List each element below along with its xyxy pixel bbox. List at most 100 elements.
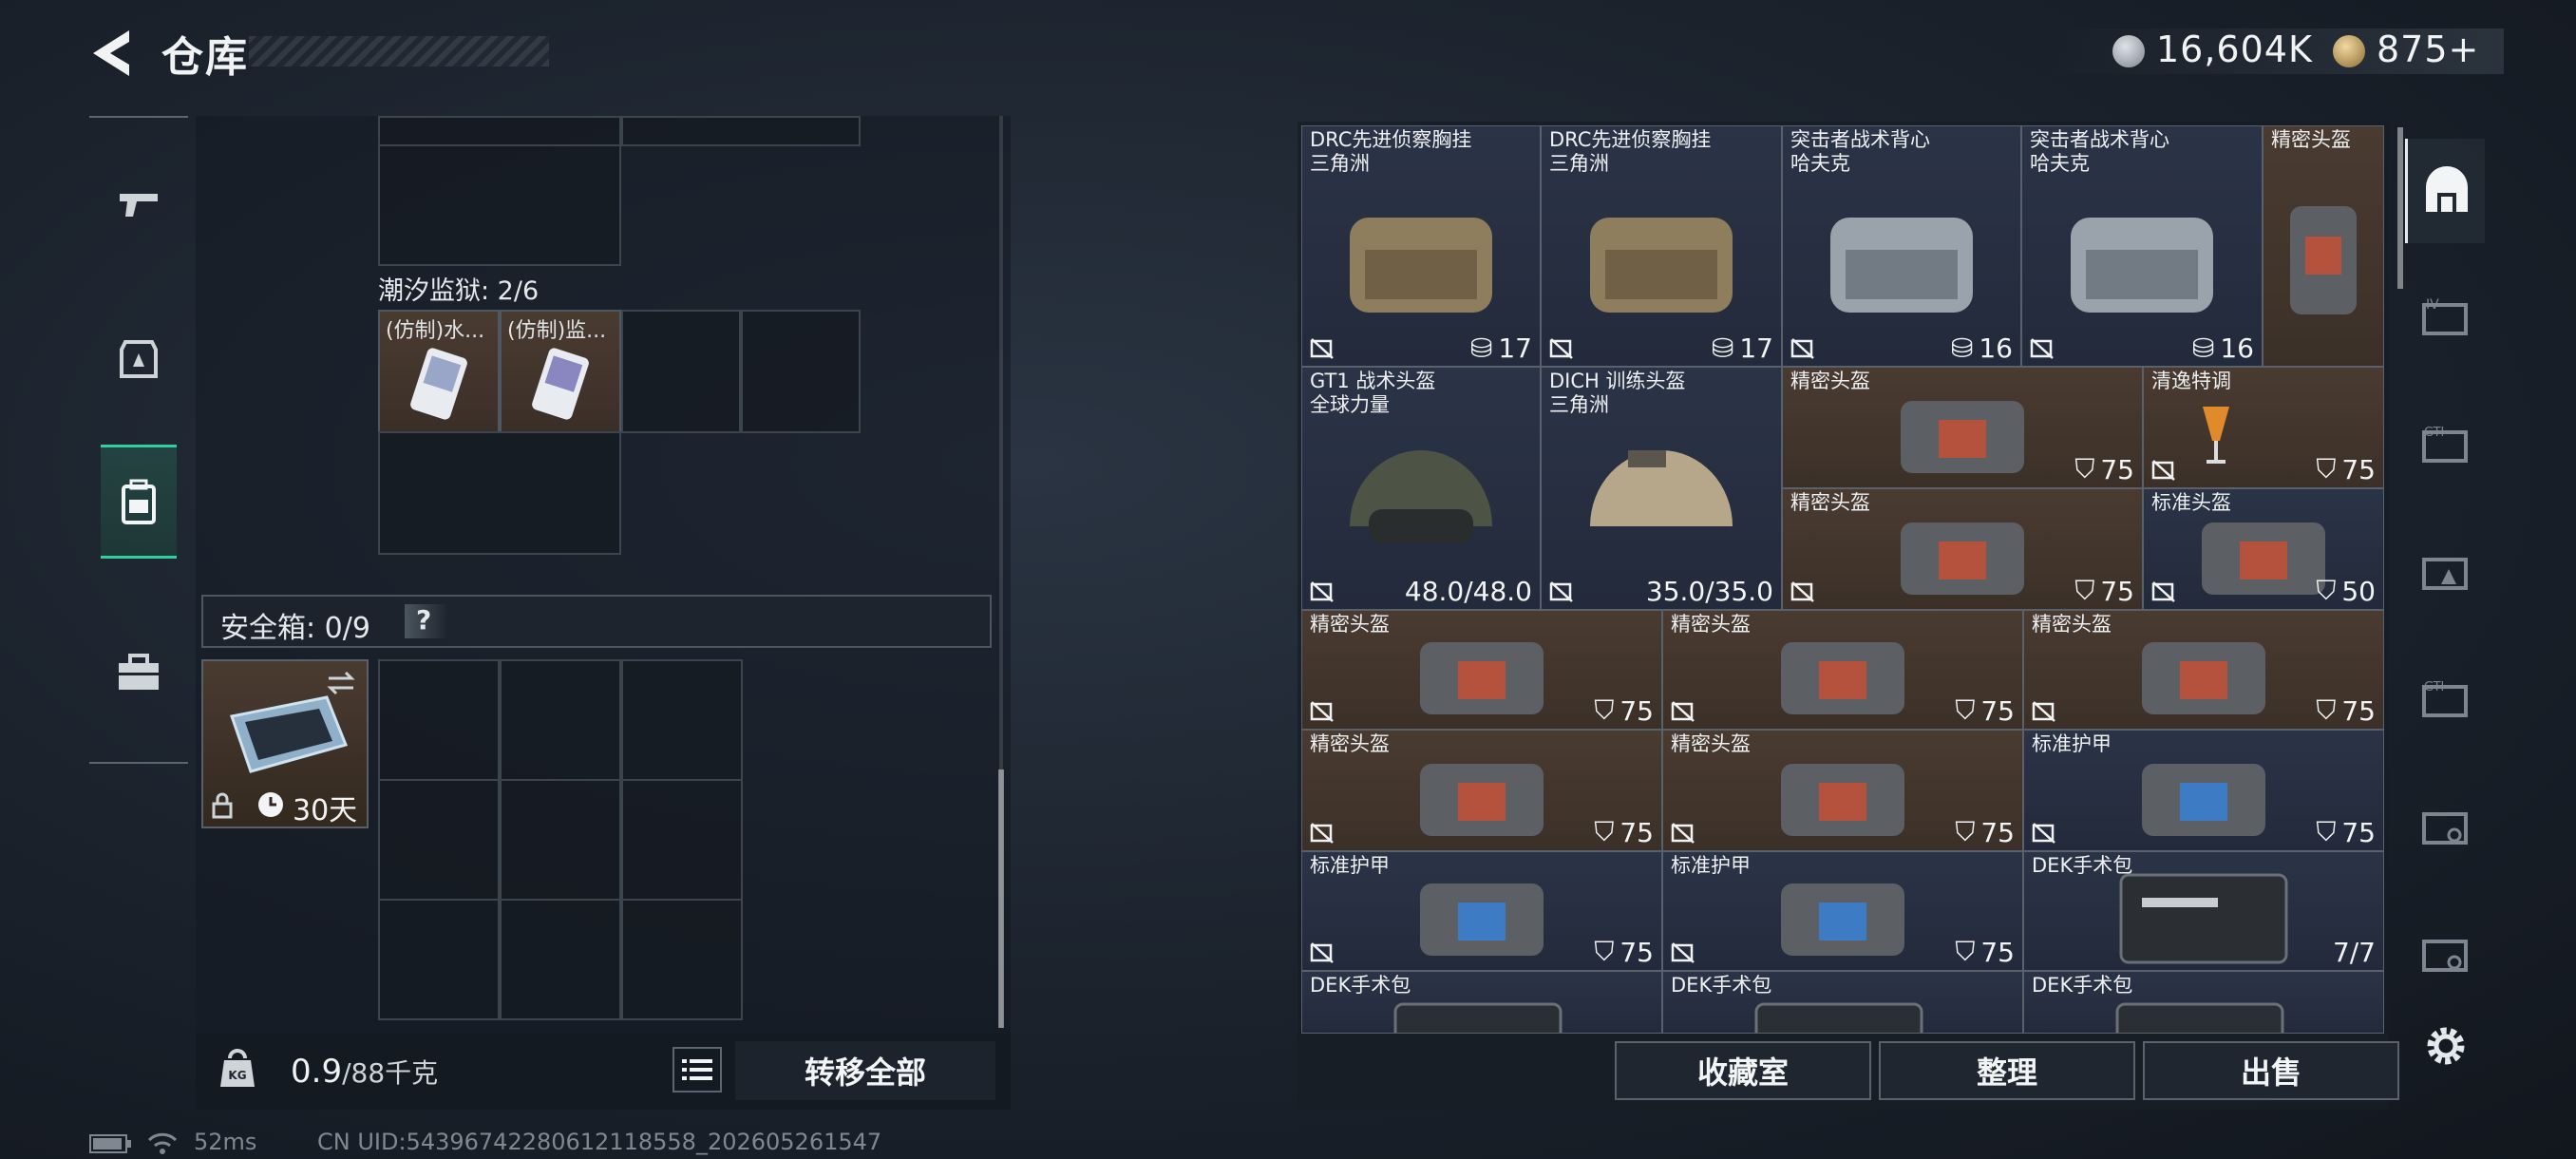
not-tradable-icon [1310,701,1334,722]
rail-case[interactable] [101,616,177,730]
swap-icon[interactable] [325,669,357,697]
warehouse-item-slot[interactable]: DICH 训练头盔 三角洲 35.0/35.0 [1541,367,1782,610]
warehouse-item-slot[interactable]: 精密头盔 ⛉ 75 [1301,730,1662,851]
safe-grid-cell[interactable] [500,899,621,1020]
warehouse-tab-4[interactable]: GTI [2405,648,2485,752]
warehouse-item-slot[interactable]: 标准护甲 ⛉ 75 [1301,851,1662,971]
warehouse-tab-2[interactable]: GTI [2405,393,2485,498]
list-view-button[interactable] [672,1047,722,1092]
ping-readout: 52ms [194,1129,257,1155]
item-value: 16 [2220,332,2254,364]
warehouse-item-slot[interactable]: 精密头盔 ⛉ 75 [2023,610,2384,730]
transfer-all-button[interactable]: 转移全部 [735,1041,995,1100]
item-name: 精密头盔 [1671,613,1751,636]
battery-icon [89,1134,131,1153]
warehouse-tab-3[interactable] [2405,521,2485,625]
back-arrow-icon[interactable] [87,27,135,80]
safe-grid-cell[interactable] [621,659,743,781]
not-tradable-icon [1671,823,1695,844]
svg-text:GTI: GTI [2424,680,2444,694]
warehouse-item-slot[interactable]: DEK手术包 [1662,971,2023,1034]
warehouse-item-slot[interactable]: DEK手术包 7/7 [2023,851,2384,971]
item-value: 75 [1619,694,1654,727]
warehouse-tab-all[interactable] [2405,139,2485,243]
safe-grid-cell[interactable] [621,779,743,901]
safe-grid-cell[interactable] [378,779,500,901]
warehouse-item-slot[interactable]: 突击者战术背心 哈夫克 ⛁ 16 [2021,125,2263,367]
page-title: 仓库 [161,33,249,82]
item-brand: 哈夫克 [2030,152,2090,175]
briefcase-icon [119,654,159,690]
rail-equipment[interactable] [101,302,177,416]
rail-backpack[interactable] [101,445,177,559]
warehouse-item-slot[interactable]: 精密头盔 ⛉ 75 [1782,488,2143,610]
warehouse-item-slot[interactable]: 标准护甲 ⛉ 75 [1662,851,2023,971]
rail-weapons[interactable] [101,148,177,262]
warehouse-item-slot[interactable]: 精密头盔 ⛉ 75 [1782,367,2143,488]
surgical-kit-image [2119,873,2288,964]
cocktail-image [2202,406,2229,464]
not-tradable-icon [1549,581,1573,602]
backpack-grid-cell[interactable] [378,431,621,555]
warehouse-item-slot[interactable]: 精密头盔 [2263,125,2384,367]
chest-rig-image [1350,218,1492,314]
durability-value: 35.0/35.0 [1645,576,1773,607]
training-helmet-image [1590,450,1733,527]
backpack-scrollbar-thumb[interactable] [998,770,1004,1028]
sort-button[interactable]: 整理 [1879,1041,2135,1100]
warehouse-item-slot[interactable]: 清逸特调 ⛉ 75 [2143,367,2384,488]
storage-tab-icon: GTI [2422,680,2468,717]
warehouse-item-slot[interactable]: 标准护甲 ⛉ 75 [2023,730,2384,851]
lock-icon [212,792,233,819]
help-button[interactable]: ? [405,604,448,638]
safe-grid-cell[interactable] [500,659,621,781]
weight-current: 0.9 [291,1053,343,1091]
warehouse-item-slot[interactable]: DEK手术包 [2023,971,2384,1034]
safe-grid-cell[interactable] [500,779,621,901]
backpack-grid-cell[interactable] [378,144,621,266]
backpack-grid-cell[interactable] [621,116,861,146]
warehouse-item-slot[interactable]: DEK手术包 [1301,971,1662,1034]
item-name: GT1 战术头盔 [1310,370,1436,392]
clock-icon [258,792,283,817]
collection-room-button[interactable]: 收藏室 [1615,1041,1871,1100]
item-name: 精密头盔 [2032,613,2112,636]
not-tradable-icon [1310,942,1334,963]
shield-icon: ⛉ [2074,453,2095,484]
helmet-case-image [2290,206,2357,315]
backpack-grid-cell[interactable] [741,310,861,433]
gear-icon[interactable] [2422,1022,2470,1070]
safe-grid-cell[interactable] [621,899,743,1020]
warehouse-tab-1[interactable]: IV [2405,266,2485,370]
warehouse-item-slot[interactable]: 标准头盔 ⛉ 50 [2143,488,2384,610]
item-brand: 全球力量 [1310,393,1390,416]
backpack-grid-cell[interactable] [621,310,741,433]
item-brand: 哈夫克 [1790,152,1850,175]
backpack-grid-cell[interactable] [378,116,621,146]
item-value: 75 [2100,453,2134,485]
item-name: 精密头盔 [1671,732,1751,755]
safe-grid-cell[interactable] [378,659,500,781]
svg-text:IV: IV [2426,297,2439,313]
item-name: 精密头盔 [1310,732,1390,755]
warehouse-item-slot[interactable]: 突击者战术背心 哈夫克 ⛁ 16 [1782,125,2021,367]
sell-button[interactable]: 出售 [2143,1041,2399,1100]
warehouse-item-slot[interactable]: 精密头盔 ⛉ 75 [1662,610,2023,730]
gold-currency-amount[interactable]: 875+ [2377,28,2479,70]
warehouse-icon [2425,166,2468,212]
storage-tab-icon [2422,812,2468,845]
warehouse-item-slot[interactable]: 精密头盔 ⛉ 75 [1662,730,2023,851]
warehouse-item-slot[interactable]: DRC先进侦察胸挂 三角洲 ⛁ 17 [1301,125,1541,367]
add-currency-button[interactable]: + [2449,28,2480,70]
helmet-case-image [1420,642,1544,715]
warehouse-tab-6[interactable] [2405,902,2485,1007]
warehouse-item-slot[interactable]: 精密头盔 ⛉ 75 [1301,610,1662,730]
warehouse-scrollbar[interactable] [2397,127,2403,289]
warehouse-item-slot[interactable]: GT1 战术头盔 全球力量 48.0/48.0 [1301,367,1541,610]
warehouse-item-slot[interactable]: DRC先进侦察胸挂 三角洲 ⛁ 17 [1541,125,1782,367]
item-value: 75 [2341,816,2376,848]
warehouse-tab-5[interactable] [2405,775,2485,880]
safe-grid-cell[interactable] [378,899,500,1020]
prison-item-slot[interactable]: (仿制)水... [378,310,500,433]
prison-item-slot[interactable]: (仿制)监... [500,310,621,433]
